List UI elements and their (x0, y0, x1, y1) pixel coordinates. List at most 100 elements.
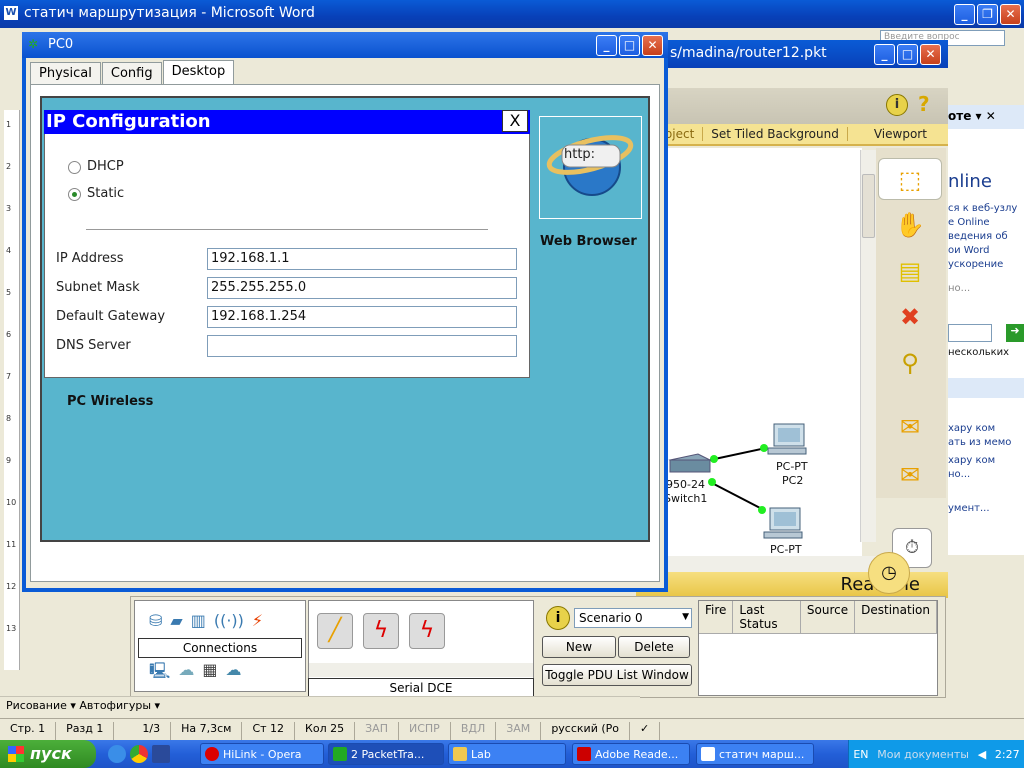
auto-connect-icon[interactable]: ╱ (317, 613, 353, 649)
go-arrow-icon[interactable]: ➜ (1006, 324, 1024, 342)
dns-server-field[interactable] (207, 335, 517, 357)
static-radio[interactable] (68, 188, 81, 201)
add-complex-pdu-icon[interactable]: ✉ (878, 454, 942, 496)
pdu-col-destination[interactable]: Destination (855, 601, 937, 633)
switch-category-icon[interactable]: ▰ (170, 611, 182, 630)
router-category-icon[interactable]: ⛁ (149, 611, 162, 630)
pdu-col-source[interactable]: Source (801, 601, 856, 633)
dhcp-radio[interactable] (68, 161, 81, 174)
zoom-icon[interactable]: ⚲ (878, 342, 942, 384)
taskbar-item-word[interactable]: статич марш... (696, 743, 814, 765)
connections-category-icon[interactable]: ⚡ (252, 611, 263, 630)
set-tiled-background-button[interactable]: Set Tiled Background (703, 127, 848, 141)
task-pane-link[interactable]: хару ком (944, 422, 1024, 436)
end-devices-icon[interactable]: 🖳 (149, 660, 170, 687)
scenario-info-icon[interactable]: i (546, 606, 570, 630)
pc-wireless-label[interactable]: PC Wireless (67, 394, 153, 409)
task-pane-link[interactable]: ся к веб-узлу (944, 202, 1024, 216)
ruler-mark: 9 (6, 456, 12, 465)
toggle-pdu-list-button[interactable]: Toggle PDU List Window (542, 664, 692, 686)
spelling-icon[interactable]: ✓ (630, 722, 661, 740)
select-icon[interactable]: ⬚ (878, 158, 942, 200)
pt-maximize-button[interactable]: □ (897, 44, 918, 65)
pc-icon[interactable] (763, 507, 803, 539)
word-close-button[interactable]: ✕ (1000, 4, 1021, 25)
status-extend[interactable]: ВДЛ (451, 722, 497, 740)
delete-scenario-button[interactable]: Delete (618, 636, 690, 658)
task-pane-link[interactable]: ои Word (944, 244, 1024, 258)
task-pane-link[interactable]: ать из мемо (944, 436, 1024, 450)
cable-scrollbar[interactable] (309, 663, 533, 677)
quicklaunch-icon[interactable] (152, 745, 170, 763)
default-gateway-field[interactable]: 192.168.1.254 (207, 306, 517, 328)
start-button[interactable]: пуск (0, 740, 96, 768)
hub-category-icon[interactable]: ▥ (191, 611, 206, 630)
pdu-col-last-status[interactable]: Last Status (733, 601, 801, 633)
task-pane-link[interactable]: хару ком (944, 454, 1024, 468)
delete-icon[interactable]: ✖ (878, 296, 942, 338)
tray-arrow-icon[interactable]: ◀ (978, 748, 986, 761)
task-pane-more[interactable]: но... (944, 282, 1024, 296)
status-overwrite[interactable]: ЗАМ (496, 722, 542, 740)
pt-close-button[interactable]: ✕ (920, 44, 941, 65)
wan-emulation-icon[interactable]: ☁ (178, 660, 194, 687)
word-restore-button[interactable]: ❐ (977, 4, 998, 25)
pc0-close-button[interactable]: ✕ (642, 35, 663, 56)
canvas-vertical-scrollbar[interactable] (860, 150, 876, 542)
task-pane-link[interactable]: умент... (944, 502, 1024, 516)
my-documents-toolbar[interactable]: Мои документы (877, 748, 969, 761)
tab-desktop[interactable]: Desktop (162, 60, 235, 85)
add-simple-pdu-icon[interactable]: ✉ (878, 406, 942, 448)
tab-physical[interactable]: Physical (30, 62, 101, 84)
ie-icon[interactable] (108, 745, 126, 763)
viewport-button[interactable]: Viewport (848, 127, 935, 141)
wireless-category-icon[interactable]: ((·)) (214, 611, 244, 630)
scenario-select[interactable]: Scenario 0 ▼ (574, 608, 692, 628)
help-icon[interactable]: ? (918, 92, 930, 116)
web-browser-tile[interactable]: http: (539, 116, 642, 219)
status-rec[interactable]: ЗАП (355, 722, 399, 740)
dns-server-label: DNS Server (56, 338, 131, 353)
pdu-col-fire[interactable]: Fire (699, 601, 734, 633)
taskbar-item-packettracer[interactable]: 2 PacketTra... (328, 743, 444, 765)
task-pane-link[interactable]: ускорение (944, 258, 1024, 272)
ip-configuration-close-button[interactable]: X (502, 110, 528, 132)
taskbar-item-adobe[interactable]: Adobe Reade... (572, 743, 690, 765)
serial-dte-icon[interactable]: ϟ (409, 613, 445, 649)
note-icon[interactable]: ▤ (878, 250, 942, 292)
taskbar-item-opera[interactable]: HiLink - Opera (200, 743, 324, 765)
taskbar-item-lab[interactable]: Lab (448, 743, 566, 765)
subnet-mask-field[interactable]: 255.255.255.0 (207, 277, 517, 299)
pc-icon[interactable] (767, 423, 807, 455)
new-scenario-button[interactable]: New (542, 636, 616, 658)
task-pane-link[interactable]: e Online (944, 216, 1024, 230)
cable-type-label: Serial DCE (308, 678, 534, 698)
canvas-horizontal-scrollbar[interactable] (660, 556, 876, 572)
word-icon (701, 747, 715, 761)
language-indicator[interactable]: EN (853, 748, 868, 761)
ip-address-field[interactable]: 192.168.1.1 (207, 248, 517, 270)
custom-devices-icon[interactable]: ▦ (202, 660, 217, 687)
word-status-bar: Стр. 1 Разд 1 1/3 На 7,3см Ст 12 Кол 25 … (0, 718, 1024, 740)
word-minimize-button[interactable]: _ (954, 4, 975, 25)
task-pane-search-input[interactable] (948, 324, 992, 342)
info-icon[interactable]: i (886, 94, 908, 116)
pc0-minimize-button[interactable]: _ (596, 35, 617, 56)
drawing-menu[interactable]: Рисование ▾ Автофигуры ▾ (6, 699, 160, 712)
task-pane-link[interactable]: ведения об (944, 230, 1024, 244)
serial-dce-icon[interactable]: ϟ (363, 613, 399, 649)
task-pane-link[interactable]: но... (944, 468, 1024, 482)
ruler-mark: 12 (6, 582, 17, 591)
taskbar-item-label: статич марш... (719, 748, 805, 761)
tab-config[interactable]: Config (101, 62, 162, 84)
switch-icon[interactable] (668, 453, 712, 473)
status-track[interactable]: ИСПР (399, 722, 451, 740)
workspace-canvas[interactable]: 950-24 Switch1 PC-PT PC2 PC-PT (636, 148, 862, 558)
status-section: Разд 1 (56, 722, 115, 740)
hand-icon[interactable]: ✋ (878, 204, 942, 246)
pc0-maximize-button[interactable]: □ (619, 35, 640, 56)
multiuser-icon[interactable]: ☁ (225, 660, 241, 687)
pt-minimize-button[interactable]: _ (874, 44, 895, 65)
realtime-mode-tab[interactable]: ◷ Realtime (636, 552, 948, 598)
chrome-icon[interactable] (130, 745, 148, 763)
